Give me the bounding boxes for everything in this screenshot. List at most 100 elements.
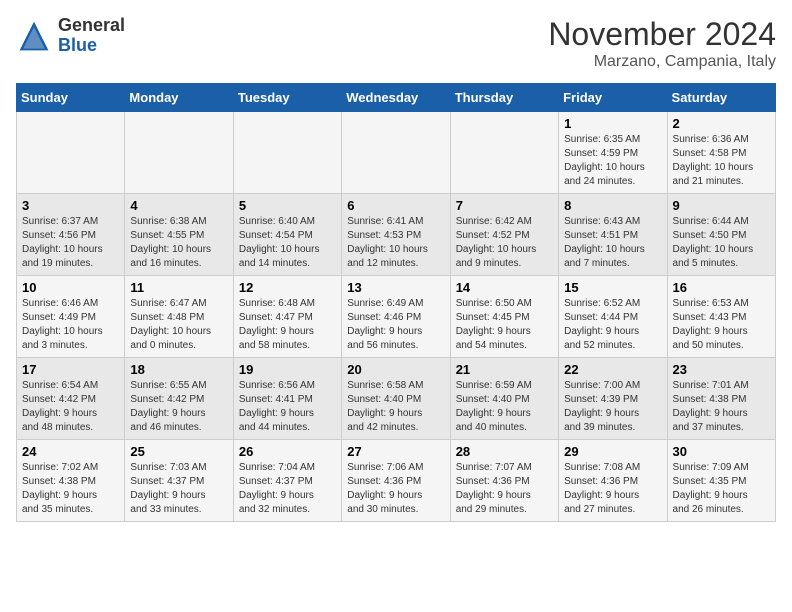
day-cell: 19 Sunrise: 6:56 AM Sunset: 4:41 PM Dayli… xyxy=(233,358,341,440)
week-row-1: 1Sunrise: 6:35 AM Sunset: 4:59 PM Daylig… xyxy=(17,112,776,194)
day-cell: 24Sunrise: 7:02 AM Sunset: 4:38 PM Dayli… xyxy=(17,440,125,522)
weekday-header-tuesday: Tuesday xyxy=(233,84,341,112)
day-number: 12 xyxy=(239,280,336,295)
day-info: Sunrise: 6:37 AM Sunset: 4:56 PM Dayligh… xyxy=(22,215,119,271)
day-info: Sunrise: 6:38 AM Sunset: 4:55 PM Dayligh… xyxy=(130,215,227,271)
page-header: General Blue November 2024 Marzano, Camp… xyxy=(16,16,776,71)
day-cell xyxy=(125,112,233,194)
day-number: 3 xyxy=(22,198,119,213)
day-info: Sunrise: 7:06 AM Sunset: 4:36 PM Dayligh… xyxy=(347,461,444,517)
day-number: 16 xyxy=(673,280,770,295)
day-cell: 4Sunrise: 6:38 AM Sunset: 4:55 PM Daylig… xyxy=(125,194,233,276)
day-number: 6 xyxy=(347,198,444,213)
day-number: 29 xyxy=(564,444,661,459)
day-info: Sunrise: 6:46 AM Sunset: 4:49 PM Dayligh… xyxy=(22,297,119,353)
week-row-5: 24Sunrise: 7:02 AM Sunset: 4:38 PM Dayli… xyxy=(17,440,776,522)
day-number: 17 xyxy=(22,362,119,377)
day-info: Sunrise: 6:52 AM Sunset: 4:44 PM Dayligh… xyxy=(564,297,661,353)
weekday-header-row: SundayMondayTuesdayWednesdayThursdayFrid… xyxy=(17,84,776,112)
day-cell: 20 Sunrise: 6:58 AM Sunset: 4:40 PM Dayli… xyxy=(342,358,450,440)
day-cell xyxy=(450,112,558,194)
day-info: Sunrise: 7:08 AM Sunset: 4:36 PM Dayligh… xyxy=(564,461,661,517)
day-number: 27 xyxy=(347,444,444,459)
day-info: Sunrise: 6:44 AM Sunset: 4:50 PM Dayligh… xyxy=(673,215,770,271)
logo-text: General Blue xyxy=(58,16,125,56)
weekday-header-thursday: Thursday xyxy=(450,84,558,112)
day-number: 9 xyxy=(673,198,770,213)
day-cell: 11Sunrise: 6:47 AM Sunset: 4:48 PM Dayli… xyxy=(125,276,233,358)
weekday-header-friday: Friday xyxy=(559,84,667,112)
day-cell: 6 Sunrise: 6:41 AM Sunset: 4:53 PM Daylig… xyxy=(342,194,450,276)
logo-icon xyxy=(16,18,52,54)
week-row-4: 17 Sunrise: 6:54 AM Sunset: 4:42 PM Dayli… xyxy=(17,358,776,440)
day-info: Sunrise: 6:53 AM Sunset: 4:43 PM Dayligh… xyxy=(673,297,770,353)
day-number: 21 xyxy=(456,362,553,377)
day-info: Sunrise: 7:01 AM Sunset: 4:38 PM Dayligh… xyxy=(673,379,770,435)
day-info: Sunrise: 6:54 AM Sunset: 4:42 PM Dayligh… xyxy=(22,379,119,435)
day-info: Sunrise: 6:59 AM Sunset: 4:40 PM Dayligh… xyxy=(456,379,553,435)
day-number: 24 xyxy=(22,444,119,459)
day-cell: 14 Sunrise: 6:50 AM Sunset: 4:45 PM Dayli… xyxy=(450,276,558,358)
day-cell: 26 Sunrise: 7:04 AM Sunset: 4:37 PM Dayli… xyxy=(233,440,341,522)
day-cell: 3 Sunrise: 6:37 AM Sunset: 4:56 PM Daylig… xyxy=(17,194,125,276)
day-cell: 16 Sunrise: 6:53 AM Sunset: 4:43 PM Dayli… xyxy=(667,276,775,358)
day-number: 2 xyxy=(673,116,770,131)
day-info: Sunrise: 6:56 AM Sunset: 4:41 PM Dayligh… xyxy=(239,379,336,435)
day-number: 18 xyxy=(130,362,227,377)
week-row-2: 3 Sunrise: 6:37 AM Sunset: 4:56 PM Daylig… xyxy=(17,194,776,276)
day-cell: 10 Sunrise: 6:46 AM Sunset: 4:49 PM Dayli… xyxy=(17,276,125,358)
day-cell: 13 Sunrise: 6:49 AM Sunset: 4:46 PM Dayli… xyxy=(342,276,450,358)
title-area: November 2024 Marzano, Campania, Italy xyxy=(548,16,776,71)
day-cell: 9 Sunrise: 6:44 AM Sunset: 4:50 PM Daylig… xyxy=(667,194,775,276)
weekday-header-monday: Monday xyxy=(125,84,233,112)
day-info: Sunrise: 6:42 AM Sunset: 4:52 PM Dayligh… xyxy=(456,215,553,271)
day-cell: 25Sunrise: 7:03 AM Sunset: 4:37 PM Dayli… xyxy=(125,440,233,522)
day-info: Sunrise: 7:07 AM Sunset: 4:36 PM Dayligh… xyxy=(456,461,553,517)
day-info: Sunrise: 6:49 AM Sunset: 4:46 PM Dayligh… xyxy=(347,297,444,353)
day-cell xyxy=(342,112,450,194)
day-cell: 27 Sunrise: 7:06 AM Sunset: 4:36 PM Dayli… xyxy=(342,440,450,522)
day-cell: 28 Sunrise: 7:07 AM Sunset: 4:36 PM Dayli… xyxy=(450,440,558,522)
day-number: 20 xyxy=(347,362,444,377)
day-info: Sunrise: 6:48 AM Sunset: 4:47 PM Dayligh… xyxy=(239,297,336,353)
day-cell: 18 Sunrise: 6:55 AM Sunset: 4:42 PM Dayli… xyxy=(125,358,233,440)
day-info: Sunrise: 7:03 AM Sunset: 4:37 PM Dayligh… xyxy=(130,461,227,517)
day-cell: 21 Sunrise: 6:59 AM Sunset: 4:40 PM Dayli… xyxy=(450,358,558,440)
day-cell xyxy=(233,112,341,194)
day-cell: 23Sunrise: 7:01 AM Sunset: 4:38 PM Dayli… xyxy=(667,358,775,440)
logo: General Blue xyxy=(16,16,125,56)
location-subtitle: Marzano, Campania, Italy xyxy=(548,53,776,71)
calendar-table: SundayMondayTuesdayWednesdayThursdayFrid… xyxy=(16,83,776,522)
day-info: Sunrise: 6:47 AM Sunset: 4:48 PM Dayligh… xyxy=(130,297,227,353)
weekday-header-wednesday: Wednesday xyxy=(342,84,450,112)
day-cell: 30Sunrise: 7:09 AM Sunset: 4:35 PM Dayli… xyxy=(667,440,775,522)
day-number: 7 xyxy=(456,198,553,213)
day-number: 28 xyxy=(456,444,553,459)
day-number: 10 xyxy=(22,280,119,295)
day-info: Sunrise: 6:36 AM Sunset: 4:58 PM Dayligh… xyxy=(673,133,770,189)
day-number: 5 xyxy=(239,198,336,213)
day-info: Sunrise: 6:40 AM Sunset: 4:54 PM Dayligh… xyxy=(239,215,336,271)
day-number: 14 xyxy=(456,280,553,295)
week-row-3: 10 Sunrise: 6:46 AM Sunset: 4:49 PM Dayli… xyxy=(17,276,776,358)
day-cell xyxy=(17,112,125,194)
day-number: 19 xyxy=(239,362,336,377)
weekday-header-saturday: Saturday xyxy=(667,84,775,112)
day-number: 26 xyxy=(239,444,336,459)
logo-blue: Blue xyxy=(58,35,97,55)
day-info: Sunrise: 7:04 AM Sunset: 4:37 PM Dayligh… xyxy=(239,461,336,517)
day-info: Sunrise: 6:50 AM Sunset: 4:45 PM Dayligh… xyxy=(456,297,553,353)
day-cell: 12 Sunrise: 6:48 AM Sunset: 4:47 PM Dayli… xyxy=(233,276,341,358)
day-cell: 17 Sunrise: 6:54 AM Sunset: 4:42 PM Dayli… xyxy=(17,358,125,440)
day-info: Sunrise: 6:41 AM Sunset: 4:53 PM Dayligh… xyxy=(347,215,444,271)
day-cell: 7 Sunrise: 6:42 AM Sunset: 4:52 PM Daylig… xyxy=(450,194,558,276)
day-cell: 15Sunrise: 6:52 AM Sunset: 4:44 PM Dayli… xyxy=(559,276,667,358)
day-info: Sunrise: 6:58 AM Sunset: 4:40 PM Dayligh… xyxy=(347,379,444,435)
day-info: Sunrise: 7:09 AM Sunset: 4:35 PM Dayligh… xyxy=(673,461,770,517)
logo-general: General xyxy=(58,15,125,35)
day-number: 1 xyxy=(564,116,661,131)
month-title: November 2024 xyxy=(548,16,776,53)
day-info: Sunrise: 6:55 AM Sunset: 4:42 PM Dayligh… xyxy=(130,379,227,435)
day-cell: 1Sunrise: 6:35 AM Sunset: 4:59 PM Daylig… xyxy=(559,112,667,194)
day-number: 13 xyxy=(347,280,444,295)
